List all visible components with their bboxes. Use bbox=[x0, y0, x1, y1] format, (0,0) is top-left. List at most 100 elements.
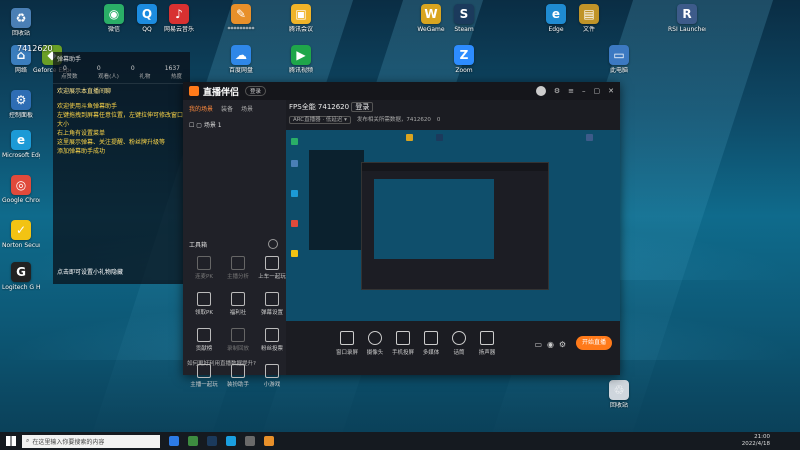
stream-source-button[interactable]: 扬声器 bbox=[472, 331, 502, 356]
stream-source-button[interactable]: 摄像头 bbox=[360, 331, 390, 356]
tool-icon bbox=[197, 328, 211, 342]
maximize-icon[interactable]: ▢ bbox=[594, 87, 601, 95]
desktop-icon[interactable]: e Microsoft Edge bbox=[2, 130, 40, 159]
toolbox-button[interactable]: 上车一起玩 bbox=[255, 256, 289, 280]
sidebar-tab[interactable]: 场景 bbox=[241, 104, 253, 113]
toolbox-button[interactable]: 录制回放 bbox=[221, 328, 255, 352]
danmu-overlay[interactable]: 弹幕助手 0 0 0 1637 点赞数 观看(人) 礼物 热度 欢迎展示本直播间聊 欢迎使用… bbox=[53, 52, 190, 284]
toolbox-button[interactable]: 福利社 bbox=[221, 292, 255, 316]
toolbox-button[interactable]: 弹幕设置 bbox=[255, 292, 289, 316]
toolbox-button[interactable]: 领取PK bbox=[187, 292, 221, 316]
avatar[interactable] bbox=[535, 86, 546, 96]
source-label: 多媒体 bbox=[422, 350, 440, 356]
source-icon bbox=[340, 331, 354, 345]
gear-icon[interactable]: ⚙ bbox=[559, 340, 566, 349]
stage-status: ARC直播器 · 低延迟 ▾ bbox=[289, 116, 351, 124]
eye-icon[interactable]: ◉ bbox=[547, 340, 554, 349]
stage-status: 发布相关所需数据，7412620 bbox=[356, 117, 431, 123]
minimize-icon[interactable]: – bbox=[582, 87, 586, 95]
camera-icon[interactable]: ▭ bbox=[534, 340, 542, 349]
overlay-count: 0 bbox=[96, 65, 101, 72]
app-icon: ◎ bbox=[11, 175, 31, 195]
taskbar-app-icon[interactable] bbox=[226, 436, 236, 446]
desktop-icon[interactable]: ♲ 回收站 bbox=[600, 380, 638, 409]
desktop-icon[interactable]: ✎ ********* bbox=[222, 4, 260, 33]
app-icon: e bbox=[11, 130, 31, 150]
windows-start-icon[interactable] bbox=[6, 436, 16, 446]
stage-tag[interactable]: 登录 bbox=[351, 102, 374, 112]
taskbar-app-icon[interactable] bbox=[245, 436, 255, 446]
toolbox-collapse-icon[interactable] bbox=[268, 239, 278, 249]
stream-source-button[interactable]: 话筒 bbox=[444, 331, 474, 356]
desktop-icon[interactable]: S Steam bbox=[445, 4, 483, 33]
settings-icon[interactable]: ⚙ bbox=[554, 87, 560, 95]
tool-icon bbox=[265, 364, 279, 378]
desktop-icon[interactable]: ⚙ 控制面板 bbox=[2, 90, 40, 119]
desktop-icon[interactable]: ✓ Norton Security bbox=[2, 220, 40, 249]
app-icon: ♪ bbox=[169, 4, 189, 24]
source-icon bbox=[424, 331, 438, 345]
app-icon: ▣ bbox=[291, 4, 311, 24]
toolbox-button[interactable]: 装扮助手 bbox=[221, 364, 255, 388]
stage-status: 0 bbox=[436, 117, 441, 123]
stream-source-button[interactable]: 窗口录屏 bbox=[332, 331, 362, 356]
tool-label: 弹幕设置 bbox=[260, 310, 283, 316]
desktop-icon-label: Norton Security bbox=[2, 242, 40, 249]
app-icon: ♻ bbox=[11, 8, 31, 28]
app-icon: ▶ bbox=[291, 45, 311, 65]
taskbar-search[interactable]: ⌕ 在这里输入你要搜索的内容 bbox=[22, 434, 160, 448]
desktop-icon[interactable]: ♪ 网易云音乐 bbox=[160, 4, 198, 33]
desktop-icon-label: 回收站 bbox=[609, 402, 628, 409]
toolbox-button[interactable]: 粉丝投票 bbox=[255, 328, 289, 352]
taskbar-app-icon[interactable] bbox=[188, 436, 198, 446]
data-notice[interactable]: 如何更好利用直播数据提升? bbox=[187, 359, 256, 367]
desktop-icon-label: Microsoft Edge bbox=[2, 152, 40, 159]
taskbar-app-icon[interactable] bbox=[169, 436, 179, 446]
desktop-icon[interactable]: ♻ 回收站 bbox=[2, 8, 40, 37]
toolbox-button[interactable]: 连麦PK bbox=[187, 256, 221, 280]
toolbox-button[interactable]: 小游戏 bbox=[255, 364, 289, 388]
overlay-tab[interactable]: 弹幕助手 bbox=[57, 54, 81, 63]
toolbox-button[interactable]: 主播分析 bbox=[221, 256, 255, 280]
tool-label: 领取PK bbox=[195, 310, 213, 316]
desktop-icon-label: 控制面板 bbox=[8, 112, 33, 119]
tool-label: 连麦PK bbox=[195, 274, 213, 280]
desktop-icon[interactable]: ☁ 百度网盘 bbox=[222, 45, 260, 74]
close-icon[interactable]: ✕ bbox=[608, 87, 614, 95]
login-badge[interactable]: 登录 bbox=[245, 86, 267, 96]
desktop-icon[interactable]: ▭ 此电脑 bbox=[600, 45, 638, 74]
desktop-icon[interactable]: G Logitech G HUB bbox=[2, 262, 40, 291]
scene-item[interactable]: ☐ ▢ 场景 1 bbox=[183, 117, 286, 132]
toolbox-button[interactable]: 主播一起玩 bbox=[187, 364, 221, 388]
stream-source-button[interactable]: 手机投屏 bbox=[388, 331, 418, 356]
taskbar: ⌕ 在这里输入你要搜索的内容 21:00 2022/4/18 bbox=[0, 432, 800, 450]
sidebar-tab[interactable]: 装备 bbox=[221, 104, 233, 113]
tool-label: 小游戏 bbox=[263, 382, 281, 388]
desktop-icon[interactable]: R RSI Launcher bbox=[668, 4, 706, 33]
desktop-icon-label: 网络 bbox=[14, 67, 27, 74]
taskbar-app-icon[interactable] bbox=[207, 436, 217, 446]
stage-title: FPS全能 7412620 bbox=[289, 103, 350, 111]
stream-preview[interactable] bbox=[286, 130, 620, 321]
sidebar-tab[interactable]: 我的场景 bbox=[189, 104, 213, 113]
desktop-icon-label: 腾讯视频 bbox=[288, 67, 313, 74]
overlay-count: 1637 bbox=[164, 65, 180, 72]
tool-label: 福利社 bbox=[229, 310, 247, 316]
start-live-button[interactable]: 开始直播 bbox=[576, 336, 612, 350]
system-clock[interactable]: 21:00 2022/4/18 bbox=[742, 434, 770, 448]
desktop-icon[interactable]: ◎ Google Chrome bbox=[2, 175, 40, 204]
desktop-icon[interactable]: ▤ 文件 bbox=[570, 4, 608, 33]
toolbox-button[interactable]: 贡献榜 bbox=[187, 328, 221, 352]
desktop-icon[interactable]: ▣ 腾讯会议 bbox=[282, 4, 320, 33]
overlay-count: 0 bbox=[130, 65, 135, 72]
live-companion-window[interactable]: 直播伴侣 登录 ⚙ ≡ – ▢ ✕ 我的场景 装备 场景 ☐ ▢ 场景 1 工具箱 … bbox=[183, 82, 620, 388]
stream-source-button[interactable]: 多媒体 bbox=[416, 331, 446, 356]
taskbar-app-icon[interactable] bbox=[264, 436, 274, 446]
source-label: 话筒 bbox=[453, 350, 465, 356]
desktop-icon[interactable]: ▶ 腾讯视频 bbox=[282, 45, 320, 74]
search-icon: ⌕ bbox=[26, 437, 30, 444]
desktop-icon[interactable]: Z Zoom bbox=[445, 45, 483, 74]
tool-icon bbox=[231, 256, 245, 270]
source-icon bbox=[452, 331, 466, 345]
menu-icon[interactable]: ≡ bbox=[568, 87, 574, 95]
